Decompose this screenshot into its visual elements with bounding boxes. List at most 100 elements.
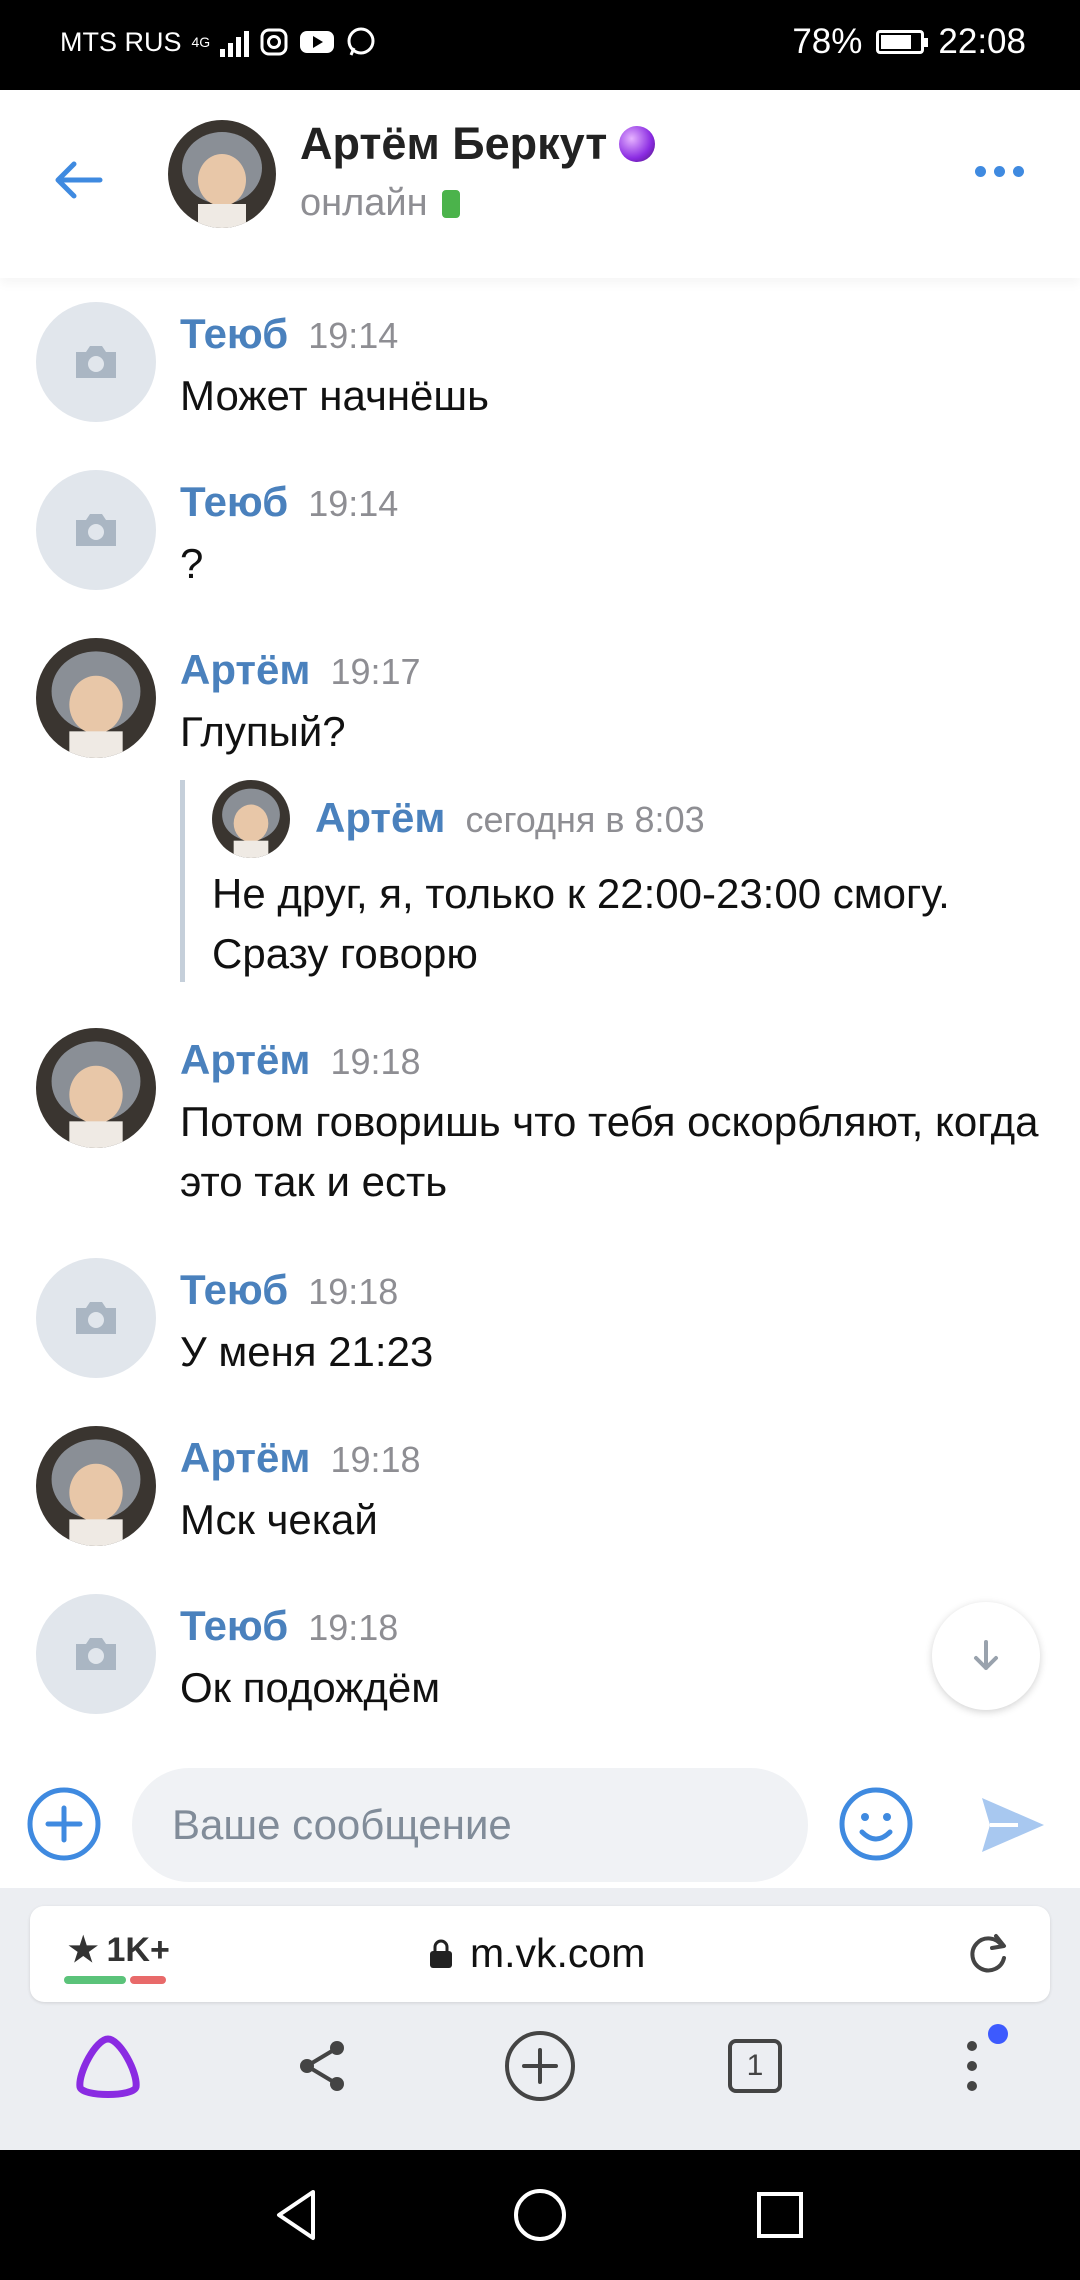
avatar-photo	[36, 1426, 156, 1546]
site-rating[interactable]: ★ 1K+	[68, 1930, 170, 1970]
nav-back-icon[interactable]	[263, 2180, 333, 2250]
reload-icon[interactable]	[962, 1928, 1014, 1980]
add-attachment-icon[interactable]	[26, 1786, 102, 1862]
avatar[interactable]	[36, 470, 156, 590]
rating-text: 1K+	[106, 1930, 170, 1969]
browser-chrome: ★ 1K+ m.vk.com 1	[0, 1888, 1080, 2150]
scroll-down-button[interactable]	[932, 1602, 1040, 1710]
online-status: онлайн	[300, 182, 460, 225]
message-time: 19:18	[308, 1271, 399, 1312]
camera-icon	[76, 1638, 116, 1670]
message[interactable]: Теюб 19:14 Может начнёшь	[0, 302, 1080, 432]
message[interactable]: Теюб 19:14 ?	[0, 470, 1080, 600]
message-text: Потом говоришь что тебя оскорбляют, когд…	[180, 1098, 1039, 1205]
reply-time: сегодня в 8:03	[465, 799, 705, 840]
status-right: 78% 22:08	[792, 22, 1026, 62]
rating-bars	[64, 1976, 166, 1984]
message-text: ?	[180, 540, 204, 587]
share-button[interactable]	[283, 2026, 363, 2106]
arrow-down-icon	[974, 1640, 998, 1670]
whatsapp-icon	[347, 27, 375, 56]
url-text: m.vk.com	[470, 1930, 646, 1976]
message-author[interactable]: Теюб 19:18	[180, 1602, 398, 1650]
avatar[interactable]	[36, 1028, 156, 1148]
message-author[interactable]: Теюб 19:18	[180, 1266, 398, 1314]
back-arrow-icon[interactable]	[46, 148, 110, 212]
lock-icon	[430, 1939, 452, 1968]
signal-icon	[220, 27, 250, 57]
contact-name: Артём Беркут	[300, 118, 656, 170]
kebab-menu-icon	[967, 2041, 977, 2091]
message[interactable]: Артём 19:17 Глупый? Артём сегодня в 8:03 Н…	[0, 638, 1080, 988]
message-author[interactable]: Артём 19:18	[180, 1036, 421, 1084]
message[interactable]: Артём 19:18 Потом говоришь что тебя оскор…	[0, 1028, 1080, 1218]
message-text: Мск чекай	[180, 1496, 378, 1543]
alice-button[interactable]	[68, 2026, 148, 2106]
message[interactable]: Теюб 19:18 У меня 21:23	[0, 1258, 1080, 1388]
message-text: Может начнёшь	[180, 372, 489, 419]
share-icon	[300, 2041, 344, 2091]
emoji-icon[interactable]	[838, 1786, 914, 1862]
avatar[interactable]	[36, 1258, 156, 1378]
status-bar: MTS RUS 4G 78% 22:08	[0, 0, 1080, 90]
message[interactable]: Артём 19:18 Мск чекай	[0, 1426, 1080, 1556]
chat-header: Артём Беркут онлайн	[0, 90, 1080, 278]
message-time: 19:18	[330, 1439, 421, 1480]
avatar[interactable]	[36, 302, 156, 422]
tab-count: 1	[728, 2039, 782, 2093]
contact-name-text: Артём Беркут	[300, 118, 608, 169]
avatar[interactable]	[36, 1426, 156, 1546]
nav-home-icon[interactable]	[505, 2180, 575, 2250]
more-options-icon[interactable]	[975, 166, 1024, 177]
message-input[interactable]	[132, 1768, 808, 1882]
message-time: 19:17	[330, 651, 421, 692]
plus-circle-icon	[505, 2031, 575, 2101]
camera-icon	[76, 346, 116, 378]
avatar[interactable]	[36, 638, 156, 758]
status-left: MTS RUS 4G	[60, 26, 377, 58]
avatar[interactable]	[168, 120, 276, 228]
message-text: У меня 21:23	[180, 1328, 434, 1375]
reply-text: Не друг, я, только к 22:00-23:00 смогу. …	[212, 870, 950, 977]
new-tab-button[interactable]	[500, 2026, 580, 2106]
reply-author: Артём сегодня в 8:03	[315, 794, 705, 841]
avatar[interactable]	[36, 1594, 156, 1714]
browser-toolbar: 1	[0, 2004, 1080, 2150]
crystal-ball-icon	[619, 126, 656, 162]
youtube-icon	[300, 31, 335, 53]
message-time: 19:18	[330, 1041, 421, 1082]
message-time: 19:14	[308, 483, 399, 524]
message[interactable]: Теюб 19:18 Ок подождём	[0, 1594, 1080, 1724]
carrier-name: MTS RUS	[60, 26, 182, 57]
message-time: 19:18	[308, 1607, 399, 1648]
notification-dot	[988, 2024, 1008, 2044]
message-time: 19:14	[308, 315, 399, 356]
message-author[interactable]: Артём 19:17	[180, 646, 421, 694]
network-type: 4G	[191, 34, 211, 50]
battery-icon	[876, 30, 929, 54]
avatar-photo	[168, 120, 276, 228]
message-author[interactable]: Теюб 19:14	[180, 310, 398, 358]
avatar	[212, 780, 290, 858]
instagram-icon	[260, 28, 288, 56]
avatar-photo	[212, 780, 290, 858]
message-author[interactable]: Теюб 19:14	[180, 478, 398, 526]
message-text: Глупый?	[180, 708, 346, 755]
avatar-photo	[36, 1028, 156, 1148]
menu-button[interactable]	[932, 2024, 1012, 2106]
alice-icon	[76, 2035, 140, 2098]
clock: 22:08	[938, 22, 1026, 61]
nav-recents-icon[interactable]	[745, 2180, 815, 2250]
address-bar[interactable]: ★ 1K+ m.vk.com	[30, 1906, 1050, 2002]
tabs-button[interactable]: 1	[715, 2026, 795, 2106]
system-navigation-bar	[0, 2150, 1080, 2280]
star-icon: ★	[68, 1931, 99, 1969]
camera-icon	[76, 514, 116, 546]
message-author[interactable]: Артём 19:18	[180, 1434, 421, 1482]
reply-quote[interactable]: Артём сегодня в 8:03 Не друг, я, только к…	[180, 780, 1045, 982]
message-composer	[0, 1740, 1080, 1888]
send-icon[interactable]	[978, 1790, 1048, 1860]
url-display[interactable]: m.vk.com	[428, 1930, 645, 1977]
avatar-photo	[36, 638, 156, 758]
mobile-online-icon	[441, 189, 460, 218]
